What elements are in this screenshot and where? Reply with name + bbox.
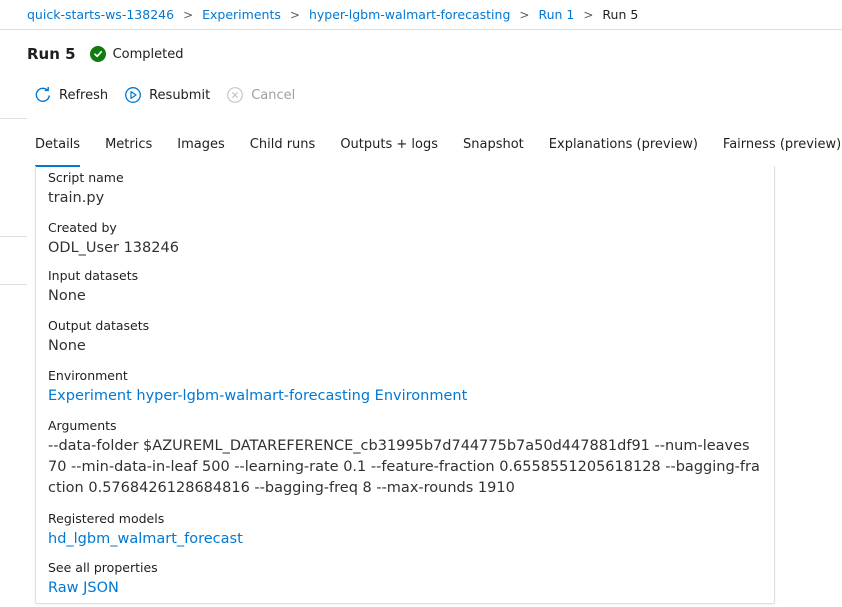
tab-fairness[interactable]: Fairness (preview) (723, 137, 841, 161)
property-environment: Environment Experiment hyper-lgbm-walmar… (48, 368, 467, 406)
tab-explanations[interactable]: Explanations (preview) (549, 137, 698, 161)
chevron-right-icon: > (183, 7, 194, 22)
property-input-datasets: Input datasets None (48, 268, 138, 306)
toolbar: Refresh Resubmit Cancel (34, 84, 311, 106)
property-label: Arguments (48, 418, 117, 433)
property-value: None (48, 338, 86, 354)
resubmit-label: Resubmit (149, 87, 211, 103)
page-title: Run 5 (27, 45, 76, 63)
property-value: ODL_User 138246 (48, 240, 179, 256)
breadcrumb-parent-run[interactable]: Run 1 (538, 7, 574, 22)
property-created-by: Created by ODL_User 138246 (48, 220, 179, 258)
property-label: Registered models (48, 511, 165, 526)
divider (0, 236, 27, 237)
property-label: Script name (48, 170, 124, 185)
cancel-button[interactable]: Cancel (226, 86, 295, 104)
chevron-right-icon: > (519, 7, 530, 22)
tab-outputs-logs[interactable]: Outputs + logs (340, 137, 438, 161)
breadcrumb-workspace[interactable]: quick-starts-ws-138246 (27, 7, 174, 22)
tab-details[interactable]: Details (35, 137, 81, 167)
property-arguments: Arguments --data-folder $AZUREML_DATAREF… (48, 418, 763, 499)
chevron-right-icon: > (583, 7, 594, 22)
property-value: None (48, 288, 86, 304)
divider (0, 118, 27, 119)
property-value: train.py (48, 190, 105, 206)
breadcrumb-experiments[interactable]: Experiments (202, 7, 281, 22)
chevron-right-icon: > (289, 7, 300, 22)
refresh-icon (35, 87, 50, 102)
raw-json-link[interactable]: Raw JSON (48, 578, 158, 598)
tab-bar: Details Metrics Images Child runs Output… (35, 137, 842, 167)
tab-images[interactable]: Images (177, 137, 225, 161)
property-output-datasets: Output datasets None (48, 318, 149, 356)
property-registered-models: Registered models hd_lgbm_walmart_foreca… (48, 511, 243, 549)
check-circle-icon (89, 46, 106, 62)
breadcrumb-experiment[interactable]: hyper-lgbm-walmart-forecasting (309, 7, 510, 22)
resubmit-button[interactable]: Resubmit (124, 86, 210, 104)
property-label: Input datasets (48, 268, 139, 283)
cancel-icon (227, 87, 244, 103)
refresh-button[interactable]: Refresh (34, 86, 108, 104)
tab-metrics[interactable]: Metrics (105, 137, 152, 161)
registered-model-link[interactable]: hd_lgbm_walmart_forecast (48, 529, 243, 549)
tab-child-runs[interactable]: Child runs (250, 137, 316, 161)
tab-snapshot[interactable]: Snapshot (463, 137, 524, 161)
property-script-name: Script name train.py (48, 170, 124, 208)
property-label: Environment (48, 368, 128, 383)
property-see-all: See all properties Raw JSON (48, 560, 158, 598)
breadcrumb-current-run: Run 5 (602, 7, 639, 22)
property-label: See all properties (48, 560, 158, 575)
arguments-value: --data-folder $AZUREML_DATAREFERENCE_cb3… (48, 438, 760, 496)
play-circle-icon (125, 87, 142, 103)
breadcrumb: quick-starts-ws-138246 > Experiments > h… (0, 0, 842, 30)
environment-link[interactable]: Experiment hyper-lgbm-walmart-forecastin… (48, 386, 467, 406)
divider (0, 284, 27, 285)
status-badge: Completed (112, 46, 184, 62)
property-label: Created by (48, 220, 117, 235)
cancel-label: Cancel (251, 87, 296, 103)
run-header: Run 5 Completed (27, 42, 183, 66)
property-label: Output datasets (48, 318, 150, 333)
refresh-label: Refresh (59, 87, 109, 103)
